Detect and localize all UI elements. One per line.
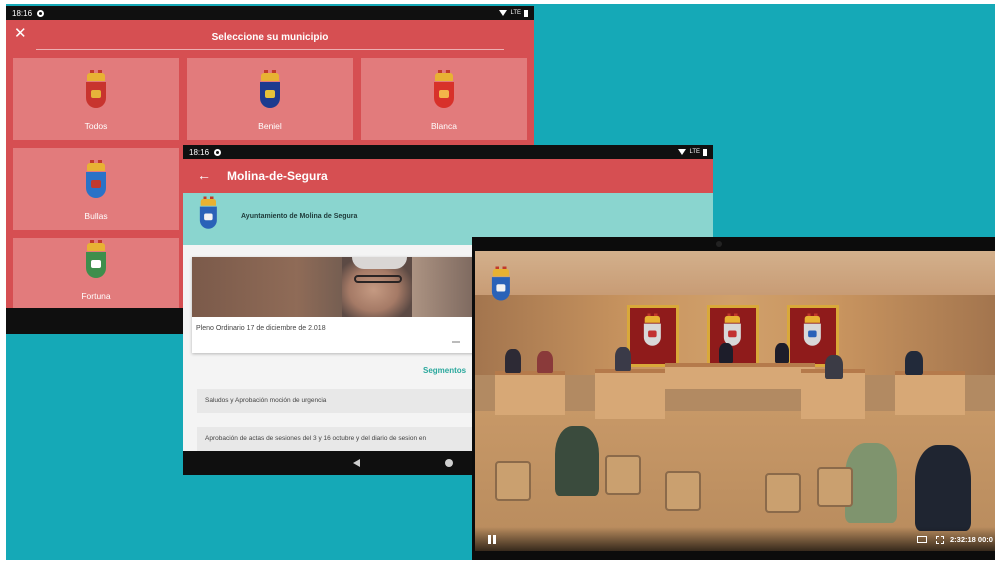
status-time: 18:16 <box>12 8 33 18</box>
video-frame[interactable]: 2:32:18 00:0 <box>475 251 995 551</box>
video-caption: Pleno Ordinario 17 de diciembre de 2.018 <box>196 325 326 332</box>
expand-icon[interactable] <box>452 341 460 343</box>
coat-of-arms-icon <box>85 70 107 111</box>
municipality-tile-bullas[interactable]: Bullas <box>13 148 179 230</box>
pause-icon[interactable] <box>488 535 496 544</box>
banner-left <box>627 305 679 367</box>
wifi-icon <box>499 10 508 16</box>
camera-notch <box>716 241 722 247</box>
tile-label: Todos <box>84 121 108 131</box>
banner-center <box>707 305 759 367</box>
coat-of-arms-icon <box>433 70 455 111</box>
council-name: Ayuntamiento de Molina de Segura <box>241 213 358 220</box>
municipality-tile-beniel[interactable]: Beniel <box>187 58 353 140</box>
tile-label: Blanca <box>431 121 457 131</box>
tile-label: Bullas <box>84 211 108 221</box>
channel-logo <box>491 266 511 303</box>
municipality-tile-fortuna[interactable]: Fortuna <box>13 238 179 310</box>
municipality-tile-blanca[interactable]: Blanca <box>361 58 527 140</box>
status-bar: 18:16 LTE <box>6 6 534 20</box>
video-thumbnail[interactable] <box>192 257 492 317</box>
selector-header: ✕ Seleccione su municipio <box>6 20 534 56</box>
coat-of-arms-icon <box>199 196 218 231</box>
coat-of-arms-icon <box>259 70 281 111</box>
municipality-tile-todos[interactable]: Todos <box>13 58 179 140</box>
tile-label: Beniel <box>258 121 282 131</box>
wifi-icon <box>678 149 687 155</box>
header-divider <box>36 49 504 50</box>
fullscreen-icon[interactable] <box>936 536 944 544</box>
playback-time: 2:32:18 00:0 <box>950 535 993 544</box>
player-controls: 2:32:18 00:0 <box>475 527 995 551</box>
coat-of-arms-icon <box>85 160 107 201</box>
network-label: LTE <box>510 10 521 16</box>
status-bar: 18:16 LTE <box>183 145 713 159</box>
video-card[interactable]: Pleno Ordinario 17 de diciembre de 2.018 <box>192 257 492 353</box>
nav-home-icon[interactable] <box>445 459 453 467</box>
segment-item[interactable]: Saludos y Aprobación moción de urgencia <box>197 389 497 413</box>
network-label: LTE <box>689 149 700 155</box>
captions-icon[interactable] <box>917 536 927 543</box>
battery-icon <box>524 9 528 17</box>
segments-heading: Segmentos <box>423 366 467 375</box>
collage-canvas: 18:16 LTE ✕ Seleccione su municipio Todo… <box>0 0 995 564</box>
battery-icon <box>703 148 707 156</box>
status-time: 18:16 <box>189 147 210 157</box>
coat-of-arms-icon <box>85 240 107 281</box>
settings-gear-icon <box>214 148 222 156</box>
segment-item[interactable]: Aprobación de actas de sesiones del 3 y … <box>197 427 497 451</box>
video-player-screen: 2:32:18 00:0 <box>472 237 995 560</box>
settings-gear-icon <box>37 9 45 17</box>
back-arrow-icon[interactable]: ← <box>197 167 211 183</box>
tile-label: Fortuna <box>81 291 111 301</box>
app-bar: ← Molina-de-Segura <box>183 159 713 193</box>
page-title: Molina-de-Segura <box>227 169 328 183</box>
nav-back-icon[interactable] <box>353 459 360 467</box>
page-title: Seleccione su municipio <box>211 32 329 43</box>
